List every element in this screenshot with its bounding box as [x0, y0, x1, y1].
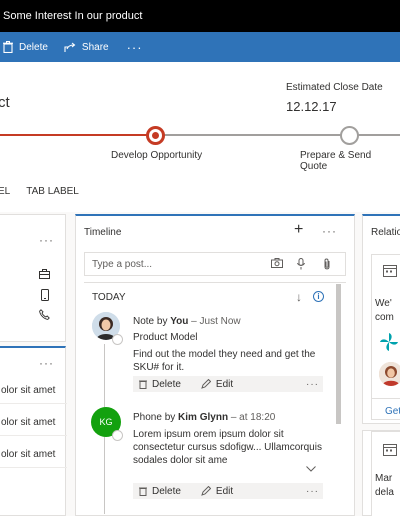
stage-prepare-send-quote-dot[interactable]: [340, 126, 359, 145]
divider: [371, 398, 400, 399]
post-input[interactable]: Type a post...: [84, 252, 346, 276]
delete-activity-button[interactable]: Delete: [139, 486, 181, 497]
camera-icon[interactable]: [271, 258, 283, 271]
pencil-icon: [201, 486, 211, 496]
get-link[interactable]: Get: [385, 406, 400, 417]
trash-icon: [3, 41, 13, 53]
relationship-title: Relatio: [371, 227, 400, 238]
mobile-phone-icon: [41, 289, 49, 304]
process-line: [357, 134, 400, 136]
tab-el[interactable]: EL: [0, 186, 10, 197]
relationship-card: Mar dela: [362, 430, 400, 516]
list-item[interactable]: olor sit amet: [0, 442, 67, 468]
delete-button[interactable]: Delete: [3, 32, 48, 62]
phone-icon: [39, 309, 50, 323]
stage-develop-opportunity-dot[interactable]: [146, 126, 165, 145]
delete-activity-button[interactable]: Delete: [139, 379, 181, 390]
edit-activity-button[interactable]: Edit: [201, 486, 233, 497]
stage-prepare-send-quote-label[interactable]: Prepare & Send Quote: [300, 150, 400, 172]
command-bar: Delete Share ···: [0, 32, 400, 62]
activity-header: Note by You – Just Now: [133, 316, 241, 327]
attachment-icon[interactable]: [323, 258, 331, 273]
list-item[interactable]: olor sit amet: [0, 378, 67, 404]
activity-actions: Delete Edit ···: [133, 483, 323, 499]
calendar-icon: [383, 264, 397, 280]
add-activity-button[interactable]: +: [294, 221, 303, 239]
more-options-button[interactable]: ···: [39, 356, 54, 370]
share-button[interactable]: Share: [64, 32, 109, 62]
pencil-icon: [201, 379, 211, 389]
details-card: ··· olor sit amet olor sit amet olor sit…: [0, 346, 67, 516]
delete-label: Delete: [19, 41, 48, 53]
divider: [84, 282, 346, 283]
window-title: Some Interest In our product: [0, 0, 400, 32]
more-commands-button[interactable]: ···: [127, 32, 143, 62]
sort-arrow-down-icon[interactable]: ↓: [296, 290, 302, 304]
microphone-icon[interactable]: [297, 258, 305, 273]
stage-develop-opportunity-label[interactable]: Develop Opportunity: [111, 150, 202, 161]
estimated-close-value: 12.12.17: [286, 99, 337, 114]
activity-header: Phone by Kim Glynn – at 18:20: [133, 412, 276, 423]
more-options-button[interactable]: ···: [39, 233, 54, 247]
phone-call-icon: [112, 430, 123, 441]
record-header: ct Estimated Close Date 12.12.17 Develop…: [0, 62, 400, 212]
share-label: Share: [81, 41, 109, 53]
info-icon[interactable]: i: [313, 291, 324, 302]
insight-text: We': [375, 298, 392, 309]
scrollbar[interactable]: [336, 284, 341, 424]
chevron-down-icon[interactable]: [306, 464, 316, 475]
activity-title: Product Model: [133, 332, 198, 343]
trash-icon: [139, 380, 147, 389]
group-header-today: TODAY: [92, 292, 126, 303]
process-line: [163, 134, 343, 136]
relationship-card: Relatio We' com Get: [362, 214, 400, 424]
activity-author[interactable]: You: [170, 316, 188, 327]
activity-more-button[interactable]: ···: [306, 486, 319, 497]
record-name: ct: [0, 94, 10, 111]
activity-author[interactable]: Kim Glynn: [178, 412, 228, 423]
insight-text: dela: [375, 487, 394, 498]
estimated-close-label: Estimated Close Date: [286, 82, 383, 93]
share-icon: [64, 42, 76, 53]
avatar: [379, 362, 400, 386]
tab-label[interactable]: TAB LABEL: [26, 186, 79, 197]
activity-actions: Delete Edit ···: [133, 376, 323, 392]
calendar-icon: [383, 443, 397, 459]
timeline-card: Timeline + ··· Type a post... TODAY ↓ i …: [75, 214, 355, 516]
trash-icon: [139, 487, 147, 496]
insight-text: com: [375, 312, 394, 323]
tab-list: EL TAB LABEL: [0, 186, 79, 197]
activity-body: Find out the model they need and get the…: [133, 349, 316, 373]
edit-activity-button[interactable]: Edit: [201, 379, 233, 390]
summary-card: ···: [0, 214, 66, 342]
post-placeholder: Type a post...: [92, 259, 153, 270]
activity-more-button[interactable]: ···: [306, 379, 319, 390]
note-icon: [112, 334, 123, 345]
briefcase-icon: [39, 269, 50, 282]
timeline-more-button[interactable]: ···: [322, 224, 337, 238]
insight-text: Mar: [375, 473, 393, 484]
process-progress-line: [0, 134, 148, 136]
timeline-title: Timeline: [84, 227, 122, 238]
list-item[interactable]: olor sit amet: [0, 410, 67, 436]
activity-body: Lorem ipsum orem ipsum dolor sit consect…: [133, 429, 322, 466]
app-logo-icon: [379, 332, 399, 355]
